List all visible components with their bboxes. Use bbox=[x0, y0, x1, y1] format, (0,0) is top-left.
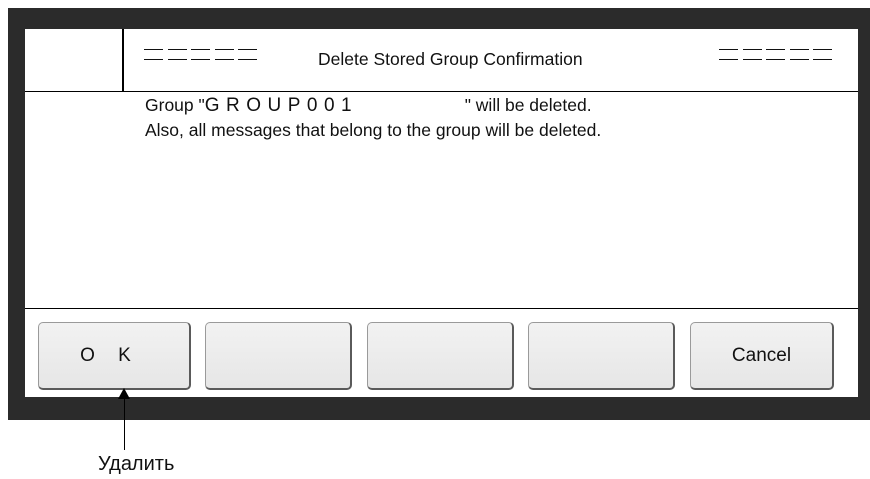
title-side-cell bbox=[25, 29, 124, 91]
title-bar: Delete Stored Group Confirmation bbox=[25, 29, 858, 92]
dialog-title: Delete Stored Group Confirmation bbox=[318, 49, 583, 69]
message-line-2: Also, all messages that belong to the gr… bbox=[145, 120, 602, 140]
softkey-2[interactable] bbox=[205, 322, 352, 390]
group-name: GROUP001 bbox=[204, 95, 359, 116]
callout-line bbox=[124, 394, 125, 450]
button-divider bbox=[25, 308, 858, 309]
dialog-screen: Delete Stored Group Confirmation Group "… bbox=[25, 29, 858, 397]
softkey-row: O K Cancel bbox=[25, 322, 870, 392]
ok-button-label: O K bbox=[80, 344, 140, 366]
softkey-3[interactable] bbox=[367, 322, 514, 390]
figure-canvas: Delete Stored Group Confirmation Group "… bbox=[0, 0, 870, 479]
message-line-1: Group " GROUP001 " will be deleted. bbox=[145, 93, 601, 118]
ok-button[interactable]: O K bbox=[38, 322, 191, 390]
title-decoration-left bbox=[144, 49, 257, 60]
softkey-4[interactable] bbox=[528, 322, 675, 390]
title-decoration-right bbox=[719, 49, 832, 60]
callout-label: Удалить bbox=[98, 453, 175, 475]
cancel-button[interactable]: Cancel bbox=[690, 322, 834, 390]
message-suffix: " will be deleted. bbox=[464, 95, 592, 115]
cancel-button-label: Cancel bbox=[731, 344, 792, 366]
message-prefix: Group " bbox=[145, 95, 205, 115]
dialog-message: Group " GROUP001 " will be deleted. Also… bbox=[145, 93, 601, 143]
